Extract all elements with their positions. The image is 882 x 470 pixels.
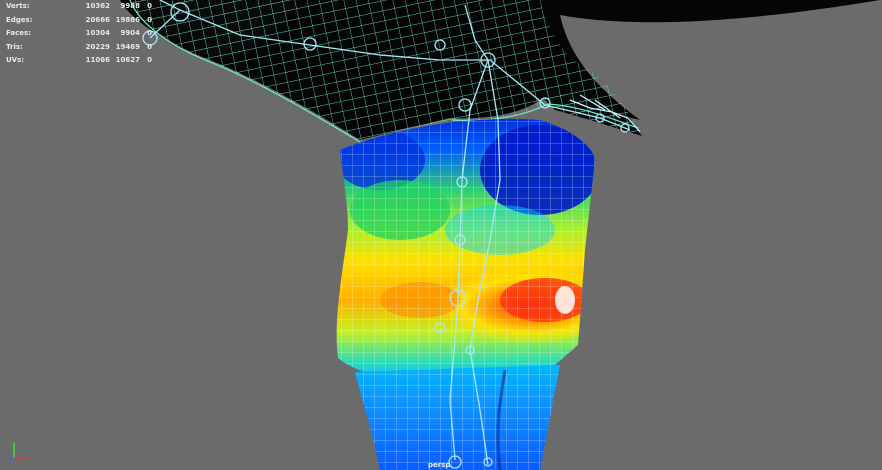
hud-row: Verts: 10362 9988 0 [6, 0, 152, 14]
axis-gizmo-icon [9, 443, 28, 462]
hud-value: 9904 [120, 29, 140, 37]
hud-value: 10362 [85, 2, 110, 10]
hud-label: Verts: [6, 2, 30, 10]
hud-value: 20666 [85, 15, 110, 24]
hud-value: 0 [147, 2, 152, 10]
hud-row: UVs: 11066 10627 0 [6, 54, 152, 68]
hud-value: 10627 [115, 56, 140, 64]
hud-row: Tris: 20229 19469 0 [6, 41, 152, 55]
hud-row: Edges: 20666 19886 0 [6, 14, 152, 28]
hud-value: 19886 [115, 15, 140, 24]
hud-value: 10304 [85, 29, 110, 37]
hud-label: Tris: [6, 42, 23, 51]
hud-value: 9988 [120, 2, 140, 10]
hud-row: Faces: 10304 9904 0 [6, 27, 152, 41]
hud-value: 11066 [85, 56, 110, 64]
hud-label: UVs: [6, 56, 25, 64]
hud-value: 0 [147, 29, 152, 37]
hud-label: Faces: [6, 29, 31, 37]
scene-render[interactable] [0, 0, 882, 470]
hud-value: 0 [147, 56, 152, 64]
poly-count-hud: Verts: 10362 9988 0 Edges: 20666 19886 0 Faces: 1… [6, 0, 152, 68]
hud-value: 20229 [85, 42, 110, 51]
hud-label: Edges: [6, 15, 33, 24]
z-axis-line [9, 457, 15, 462]
torso-heatmap [336, 118, 595, 379]
hud-value: 0 [147, 42, 152, 51]
viewport-3d[interactable]: Verts: 10362 9988 0 Edges: 20666 19886 0 Faces: 1… [0, 0, 882, 470]
hud-value: 19469 [115, 42, 140, 51]
hud-value: 0 [147, 15, 152, 24]
camera-name-label: persp [428, 461, 451, 469]
